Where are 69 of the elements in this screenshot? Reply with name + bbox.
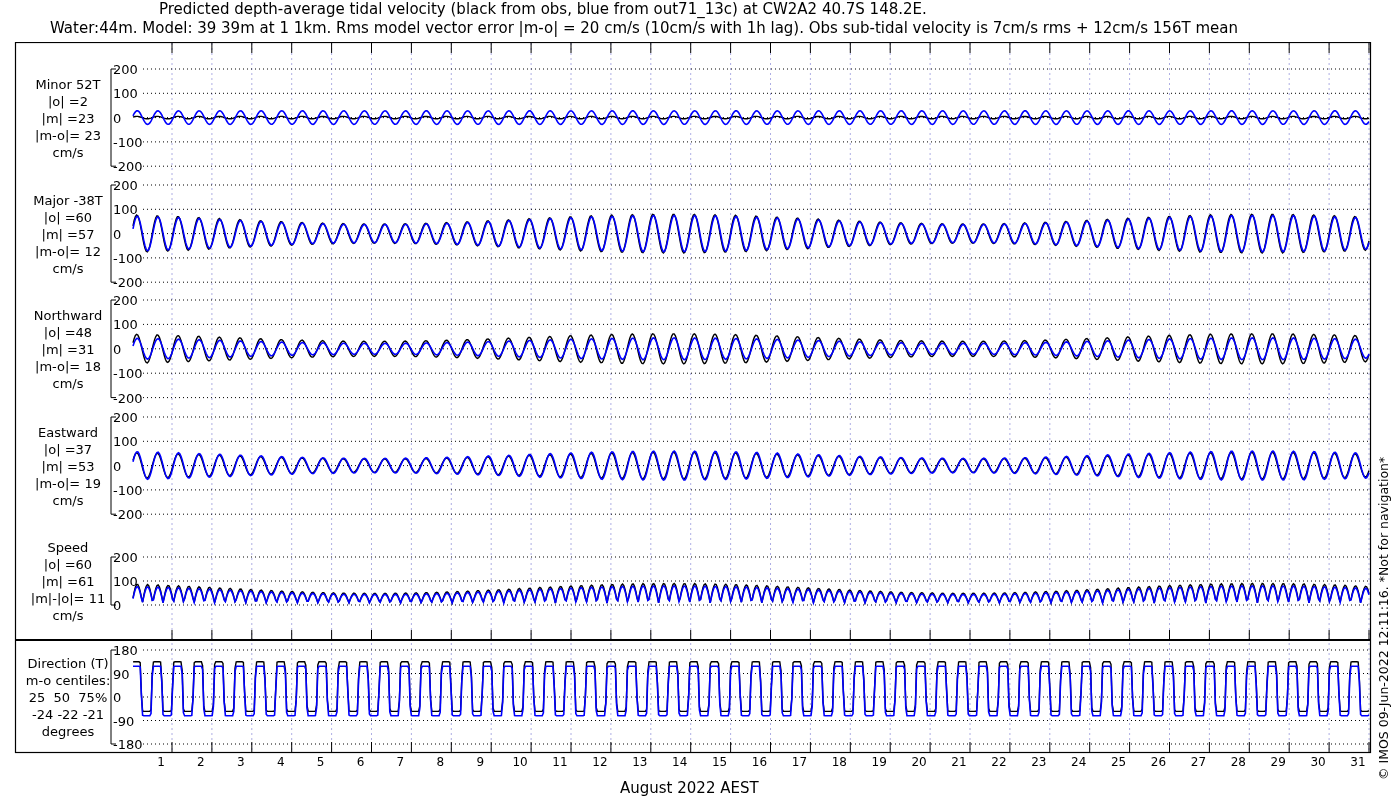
panel-label: Direction (T) m-o centiles: 25 50 75% -24 -22 -21 degrees — [25, 656, 111, 739]
day-label: 6 — [356, 755, 365, 769]
day-label: 28 — [1230, 755, 1246, 769]
axis-tick-label: 180 — [113, 643, 138, 658]
axis-tick-label: -100 — [113, 482, 143, 498]
day-label: 23 — [1031, 755, 1047, 769]
x-axis-label: August 2022 AEST — [620, 779, 759, 797]
day-label: 31 — [1350, 755, 1366, 769]
axis-tick-label: -100 — [113, 134, 143, 150]
axis-tick-label: 200 — [113, 178, 138, 193]
day-label: 26 — [1150, 755, 1167, 769]
axis-tick-label: 90 — [113, 666, 130, 682]
day-label: 7 — [396, 755, 405, 769]
axis-tick-label: 0 — [113, 458, 122, 474]
day-label: 3 — [237, 755, 245, 769]
day-label: 17 — [791, 755, 808, 769]
day-label: 15 — [711, 755, 728, 769]
axis-tick-label: -200 — [113, 507, 143, 523]
day-label: 10 — [512, 755, 528, 769]
day-label: 30 — [1310, 755, 1326, 769]
day-label: 22 — [991, 755, 1007, 769]
day-label: 21 — [951, 755, 967, 769]
axis-tick-label: 100 — [113, 317, 138, 333]
day-label: 24 — [1071, 755, 1087, 769]
axis-tick-label: 0 — [113, 226, 122, 242]
axis-tick-label: 0 — [113, 690, 122, 705]
day-label: 11 — [552, 755, 568, 769]
axis-tick-label: -180 — [113, 737, 143, 752]
day-label: 13 — [632, 755, 648, 769]
day-label: 4 — [276, 755, 285, 769]
day-label: 29 — [1270, 755, 1286, 769]
axis-tick-label: 0 — [113, 110, 122, 126]
day-label: 16 — [751, 755, 768, 769]
chart-subtitle: Water:44m. Model: 39 39m at 1 1km. Rms model vector error |m-o| = 20 cm/s (10cm/s with 1h lag). Obs sub-tidal velocity is 7cm/s rms + 12cm/s 156T mean — [49, 19, 1239, 38]
chart-title: Predicted depth-average tidal velocity (black from obs, blue from out71_13c) at CW2A2 40.7S 148.2E. — [158, 0, 928, 19]
axis-tick-label: 200 — [113, 550, 138, 565]
day-label: 14 — [672, 755, 688, 769]
axis-tick-label: 0 — [113, 341, 122, 357]
panel-label: Major -38T |o| =60 |m| =57 |m-o|= 12 cm/s — [33, 192, 103, 276]
axis-tick-label: -100 — [113, 250, 143, 266]
axis-tick-label: -100 — [113, 366, 143, 382]
day-label: 19 — [871, 755, 887, 769]
panel-label: Minor 52T |o| =2 |m| =23 |m-o|= 23 cm/s — [35, 76, 101, 160]
day-label: 5 — [316, 755, 325, 769]
day-label: 20 — [911, 755, 927, 769]
axis-tick-label: 200 — [113, 410, 138, 425]
side-note: © IMOS 09-Jun-2022 12:11:16. *Not for navigation* — [1376, 456, 1391, 780]
axis-tick-label: 100 — [113, 86, 138, 102]
day-label: 8 — [436, 755, 445, 769]
axis-tick-label: -200 — [113, 390, 143, 406]
panel-label: Northward |o| =48 |m| =31 |m-o|= 18 cm/s — [33, 307, 103, 391]
day-label: 25 — [1110, 755, 1127, 769]
axis-tick-label: -200 — [113, 275, 143, 291]
day-label: 9 — [476, 755, 484, 769]
axis-tick-label: 200 — [113, 62, 138, 77]
axis-tick-label: 0 — [113, 598, 122, 613]
day-label: 18 — [831, 755, 847, 769]
day-label: 2 — [197, 755, 205, 769]
axis-tick-label: 100 — [113, 434, 138, 450]
panel-label: Eastward |o| =37 |m| =53 |m-o|= 19 cm/s — [35, 424, 101, 508]
day-label: 27 — [1190, 755, 1207, 769]
axis-tick-label: 200 — [113, 293, 138, 308]
day-label: 1 — [157, 755, 165, 769]
axis-tick-label: 100 — [113, 202, 138, 218]
axis-tick-label: 100 — [113, 574, 138, 589]
axis-tick-label: -90 — [113, 713, 135, 729]
axis-tick-label: -200 — [113, 159, 143, 175]
panel-label: Speed |o| =60 |m| =61 |m|-|o|= 11 cm/s — [30, 540, 106, 623]
day-label: 12 — [592, 755, 608, 769]
